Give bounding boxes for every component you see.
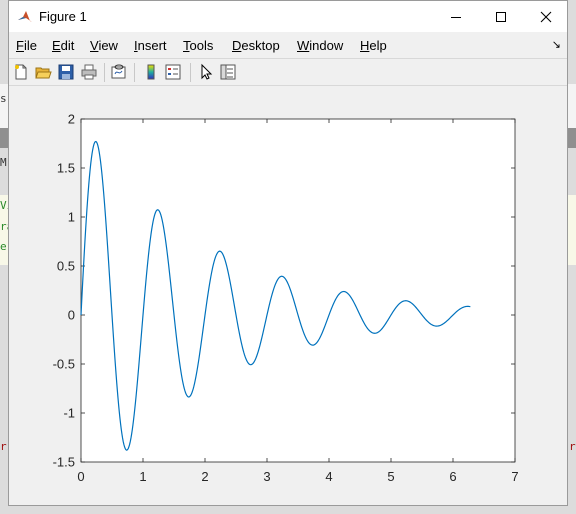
x-tick-label: 1 [139,469,146,484]
menu-file[interactable]: File [16,38,37,53]
toolbar-separator [190,63,191,82]
save-icon[interactable] [57,63,75,81]
menu-tools[interactable]: Tools [183,38,213,53]
x-tick-label: 4 [325,469,332,484]
edit-plot-arrow-icon[interactable] [197,63,215,81]
menu-window[interactable]: Window [297,38,343,53]
maximize-icon [496,11,506,22]
y-tick-label: 0.5 [57,259,75,274]
axes-background [80,118,516,463]
background-fragment: r [569,440,576,453]
y-tick-label: 2 [68,112,75,127]
matlab-logo-icon [17,9,33,25]
y-tick-label: -0.5 [53,357,75,372]
background-fragment: e [0,240,7,253]
figure-toolbar [9,58,567,86]
new-figure-icon[interactable] [12,63,30,81]
link-plot-icon[interactable] [110,63,128,81]
open-file-icon[interactable] [34,63,52,81]
menu-edit[interactable]: Edit [52,38,74,53]
figure-window: Figure 1 File Edit View Insert Tools Des… [8,0,568,506]
dock-arrow-icon[interactable]: ↘ [552,38,561,51]
y-tick-label: -1 [63,406,75,421]
colorbar-icon[interactable] [142,63,160,81]
toolbar-separator [104,63,105,82]
menu-desktop[interactable]: Desktop [232,38,280,53]
y-tick-label: -1.5 [53,455,75,470]
x-tick-label: 3 [263,469,270,484]
background-fragment: s [0,92,7,105]
toolbar-separator [134,63,135,82]
figure-canvas[interactable]: 0 1 2 3 4 5 6 7 2 1.5 1 0.5 0 -0.5 -1 -1.5 [9,86,567,505]
title-bar[interactable]: Figure 1 [9,1,567,32]
x-tick-label: 0 [77,469,84,484]
property-inspector-icon[interactable] [219,63,237,81]
menu-help[interactable]: Help [360,38,387,53]
minimize-button[interactable] [433,1,479,32]
y-tick-label: 1 [68,210,75,225]
background-fragment: M [0,156,7,169]
window-title: Figure 1 [39,9,87,24]
close-icon [540,11,552,22]
minimize-icon [451,16,461,18]
x-tick-label: 5 [387,469,394,484]
line-chart[interactable]: 0 1 2 3 4 5 6 7 2 1.5 1 0.5 0 -0.5 -1 -1.5 [9,86,567,505]
menu-bar: File Edit View Insert Tools Desktop Wind… [9,32,567,58]
legend-icon[interactable] [164,63,182,81]
background-fragment: r [0,440,7,453]
print-icon[interactable] [80,63,98,81]
y-tick-label: 1.5 [57,161,75,176]
maximize-button[interactable] [478,1,524,32]
close-button[interactable] [523,1,569,32]
x-tick-label: 2 [201,469,208,484]
menu-view[interactable]: View [90,38,118,53]
x-tick-label: 6 [449,469,456,484]
x-tick-label: 7 [511,469,518,484]
y-tick-label: 0 [68,308,75,323]
menu-insert[interactable]: Insert [134,38,167,53]
